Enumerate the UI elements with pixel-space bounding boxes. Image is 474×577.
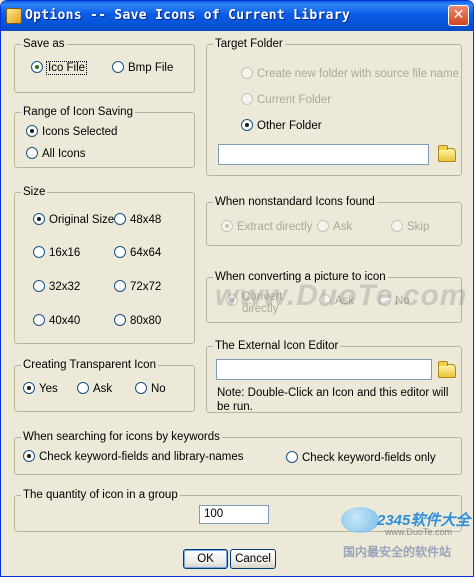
keyword-and-library-radio[interactable]: Check keyword-fields and library-names xyxy=(23,450,244,464)
radio-indicator xyxy=(26,147,38,159)
logo-site: www.DuoTe.com xyxy=(385,527,453,537)
window-title: Options -- Save Icons of Current Library xyxy=(25,8,351,23)
radio-indicator xyxy=(26,125,38,137)
keyword-only-radio[interactable]: Check keyword-fields only xyxy=(286,451,436,465)
logo-slogan: 国内最安全的软件站 xyxy=(343,545,452,559)
transparent-ask-radio[interactable]: Ask xyxy=(77,382,112,396)
folder-icon[interactable] xyxy=(438,145,456,162)
size-48-radio[interactable]: 48x48 xyxy=(114,213,161,227)
size-title: Size xyxy=(21,185,48,199)
save-as-title: Save as xyxy=(21,37,67,51)
extract-directly-radio[interactable]: Extract directly xyxy=(221,220,312,234)
radio-indicator xyxy=(112,61,124,73)
all-icons-radio[interactable]: All Icons xyxy=(26,147,85,161)
external-editor-title: The External Icon Editor xyxy=(213,339,341,353)
mascot-cloud-icon xyxy=(341,507,379,533)
icons-selected-radio[interactable]: Icons Selected xyxy=(26,125,117,139)
external-editor-group: The External Icon Editor Note: Double-Cl… xyxy=(206,339,462,413)
radio-indicator xyxy=(31,61,43,73)
transparent-group: Creating Transparent Icon Yes Ask No xyxy=(14,358,195,412)
nonstandard-ask-radio[interactable]: Ask xyxy=(317,220,352,234)
transparent-title: Creating Transparent Icon xyxy=(21,358,158,372)
size-72-radio[interactable]: 72x72 xyxy=(114,280,161,294)
range-group: Range of Icon Saving Icons Selected All … xyxy=(14,105,195,168)
size-80-radio[interactable]: 80x80 xyxy=(114,314,161,328)
editor-note: Note: Double-Click an Icon and this edit… xyxy=(217,387,449,413)
editor-path-input[interactable] xyxy=(216,359,432,380)
ico-file-radio[interactable]: Ico File xyxy=(31,61,88,75)
corner-watermark-logo: 2345软件大全 www.DuoTe.com 国内最安全的软件站 xyxy=(341,503,471,565)
bmp-file-radio[interactable]: Bmp File xyxy=(112,61,173,75)
size-32-radio[interactable]: 32x32 xyxy=(33,280,80,294)
size-40-radio[interactable]: 40x40 xyxy=(33,314,80,328)
size-group: Size Original Size 48x48 16x16 64x64 32x… xyxy=(14,185,195,344)
nonstandard-group: When nonstandard Icons found Extract dir… xyxy=(206,195,462,246)
size-64-radio[interactable]: 64x64 xyxy=(114,246,161,260)
group-quantity-title: The quantity of icon in a group xyxy=(21,488,180,502)
other-folder-radio[interactable]: Other Folder xyxy=(241,119,322,133)
target-folder-title: Target Folder xyxy=(213,37,285,51)
ok-button[interactable]: OK xyxy=(183,549,228,569)
keyword-search-group: When searching for icons by keywords Che… xyxy=(14,430,462,475)
cancel-button[interactable]: Cancel xyxy=(230,549,276,569)
skip-radio[interactable]: Skip xyxy=(391,220,429,234)
current-folder-radio[interactable]: Current Folder xyxy=(241,93,331,107)
keyword-search-title: When searching for icons by keywords xyxy=(21,430,222,444)
close-button[interactable]: ✕ xyxy=(448,5,469,26)
folder-icon[interactable] xyxy=(438,361,456,378)
target-folder-group: Target Folder Create new folder with sou… xyxy=(206,37,462,176)
title-bar[interactable]: Options -- Save Icons of Current Library… xyxy=(1,1,473,31)
create-new-folder-radio[interactable]: Create new folder with source file name xyxy=(241,67,459,81)
range-title: Range of Icon Saving xyxy=(21,105,135,119)
app-icon xyxy=(6,8,22,24)
options-dialog: Options -- Save Icons of Current Library… xyxy=(0,0,474,577)
center-watermark: www.DuoTe.com xyxy=(215,279,468,312)
size-16-radio[interactable]: 16x16 xyxy=(33,246,80,260)
transparent-no-radio[interactable]: No xyxy=(135,382,166,396)
save-as-group: Save as Ico File Bmp File xyxy=(14,37,195,93)
target-folder-input[interactable] xyxy=(218,144,429,165)
transparent-yes-radio[interactable]: Yes xyxy=(23,382,58,396)
group-quantity-input[interactable]: 100 xyxy=(199,505,269,524)
nonstandard-title: When nonstandard Icons found xyxy=(213,195,377,209)
size-original-radio[interactable]: Original Size xyxy=(33,213,114,227)
